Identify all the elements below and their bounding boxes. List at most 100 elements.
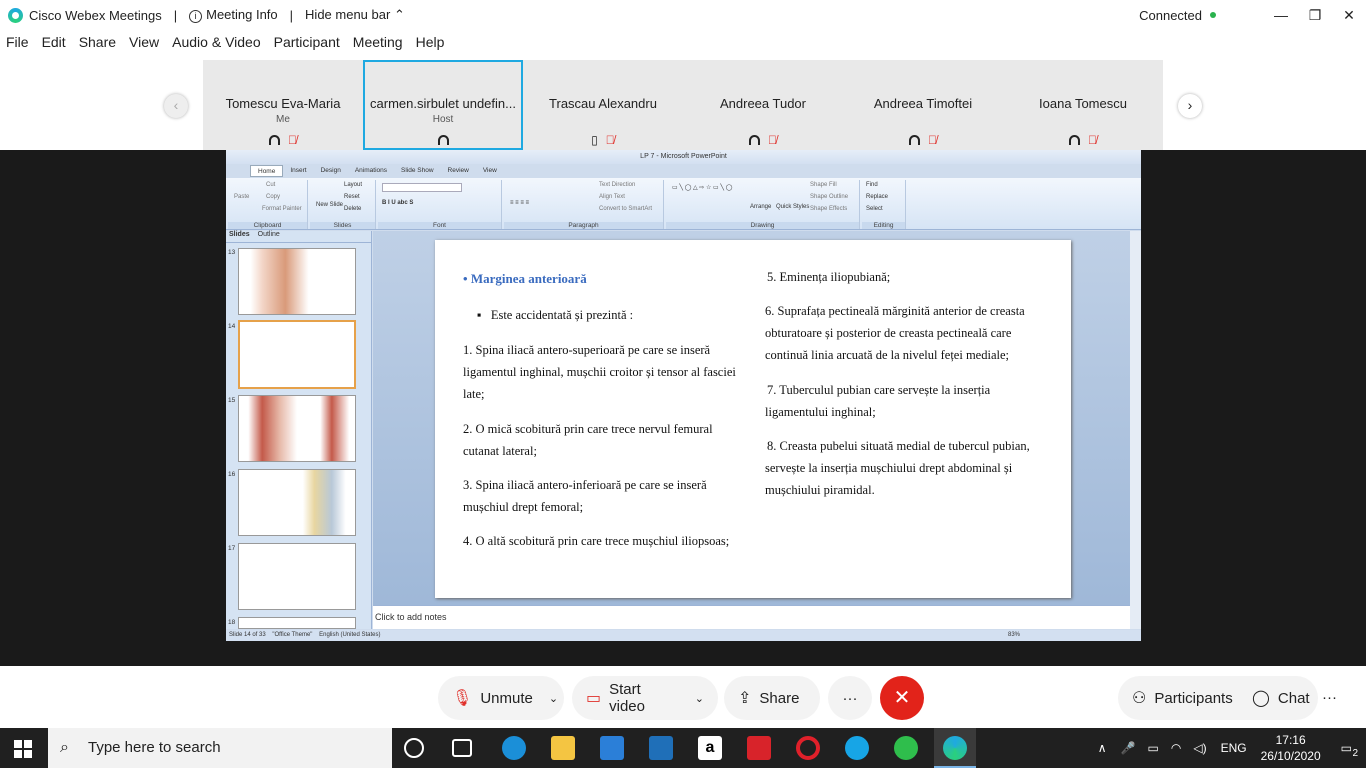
copy-button[interactable]: Copy [266,194,280,200]
windows-start-icon[interactable] [14,740,32,758]
new-slide-button[interactable]: New Slide [316,202,343,208]
meeting-info-button[interactable]: i Meeting Info [189,7,278,23]
maximize-button[interactable]: ❐ [1298,7,1332,24]
zoom-level[interactable]: 83% [1008,630,1020,641]
quick-styles-button[interactable]: Quick Styles [776,204,809,210]
chat-button[interactable]: ◯ Chat [1238,676,1318,720]
vertical-scrollbar[interactable] [1130,231,1141,629]
start-video-button[interactable]: ▭ Start video ⌄ [572,676,718,720]
participant-tile[interactable]: Ioana Tomescu 🎙̸ [1003,60,1163,150]
find-button[interactable]: Find [866,182,878,188]
tab-slides[interactable]: Slides [229,231,250,242]
slides-panel: Slides Outline 13 14 15 16 17 18 [226,231,372,629]
tab-view[interactable]: View [476,165,504,177]
align-text-button[interactable]: Align Text [599,194,625,200]
tab-home[interactable]: Home [250,165,284,177]
language-indicator[interactable]: ENG [1221,741,1247,755]
tray-chevron-icon[interactable]: ∧ [1098,741,1107,755]
menu-participant[interactable]: Participant [274,34,340,56]
participants-button[interactable]: ⚇ Participants [1118,676,1240,720]
replace-button[interactable]: Replace [866,194,888,200]
amazon-icon[interactable]: a [698,736,722,760]
menu-file[interactable]: File [6,34,29,56]
menu-audio-video[interactable]: Audio & Video [172,34,260,56]
chevron-down-icon[interactable]: ⌄ [549,692,558,705]
slide-thumbnail[interactable] [238,617,356,629]
tab-design[interactable]: Design [314,165,348,177]
menu-help[interactable]: Help [416,34,445,56]
shape-outline-button[interactable]: Shape Outline [810,194,848,200]
tab-slide-show[interactable]: Slide Show [394,165,441,177]
participant-tile[interactable]: Andreea Tudor 🎙̸ [683,60,843,150]
participant-tile[interactable]: Trascau Alexandru ▯ 🎙̸ [523,60,683,150]
connected-dot-icon [1210,12,1216,18]
share-button[interactable]: ⇪ Share [724,676,820,720]
headset-icon [269,135,280,145]
format-painter-button[interactable]: Format Painter [262,206,302,212]
slide-thumbnail-selected[interactable] [238,320,356,389]
menu-view[interactable]: View [129,34,159,56]
arrange-button[interactable]: Arrange [750,204,771,210]
more-options-button[interactable]: ··· [828,676,872,720]
menu-edit[interactable]: Edit [42,34,66,56]
text-direction-button[interactable]: Text Direction [599,182,635,188]
bold-button[interactable]: B I U abc S [382,200,413,206]
microphone-icon[interactable]: 🎤 [1121,741,1136,755]
hide-menu-bar-button[interactable]: Hide menu bar ⌃ [305,7,405,23]
paste-button[interactable]: Paste [234,194,249,200]
cortana-icon[interactable] [404,738,424,758]
volume-icon[interactable]: ◁) [1193,741,1206,755]
scroll-right-button[interactable]: › [1178,94,1202,118]
shapes-gallery[interactable]: ▭ ╲ ◯ △ ⇨ ☆ ▭ ╲ ◯ [672,184,732,191]
chevron-down-icon[interactable]: ⌄ [695,692,704,705]
system-tray: ∧ 🎤 ▭ ◠ ◁) ENG 17:16 26/10/2020 ▭ 2 [1098,728,1366,768]
layout-button[interactable]: Layout [344,182,362,188]
clock[interactable]: 17:16 26/10/2020 [1261,732,1321,764]
mail-icon[interactable] [649,736,673,760]
tab-review[interactable]: Review [441,165,476,177]
menu-share[interactable]: Share [79,34,116,56]
store-icon[interactable] [600,736,624,760]
participant-tile[interactable]: Tomescu Eva-Maria Me 🎙̸ [203,60,363,150]
minimize-button[interactable]: — [1264,7,1298,23]
shape-effects-button[interactable]: Shape Effects [810,206,847,212]
skype-icon[interactable] [845,736,869,760]
align-icons[interactable]: ≡ ≡ ≡ ≡ [510,200,529,206]
group-label: Editing [862,222,905,229]
notifications-button[interactable]: ▭ 2 [1341,741,1358,759]
cut-button[interactable]: Cut [266,182,275,188]
participant-tile[interactable]: Andreea Timoftei 🎙̸ [843,60,1003,150]
battery-icon[interactable]: ▭ [1148,741,1159,755]
wifi-icon[interactable]: ◠ [1171,741,1181,755]
office-button[interactable] [226,165,250,177]
file-explorer-icon[interactable] [551,736,575,760]
edge-icon[interactable] [502,736,526,760]
participant-tile-active[interactable]: carmen.sirbulet undefin... Host [363,60,523,150]
shape-fill-button[interactable]: Shape Fill [810,182,837,188]
select-button[interactable]: Select [866,206,883,212]
taskbar-search[interactable]: ⌕ Type here to search [48,728,392,768]
unmute-button[interactable]: 🎙 Unmute ⌄ [438,676,564,720]
tab-outline[interactable]: Outline [258,231,280,242]
whatsapp-icon[interactable] [894,736,918,760]
slide-thumbnail[interactable] [238,543,356,610]
slide-thumbnail[interactable] [238,248,356,315]
webex-taskbar-item-active[interactable] [934,728,976,768]
task-view-icon[interactable] [452,739,472,757]
evernote-icon[interactable] [747,736,771,760]
more-panels-button[interactable]: ··· [1322,676,1337,720]
menu-meeting[interactable]: Meeting [353,34,403,56]
convert-smartart-button[interactable]: Convert to SmartArt [599,206,652,212]
opera-icon[interactable] [796,736,820,760]
leave-meeting-button[interactable]: ✕ [880,676,924,720]
slide-thumbnail[interactable] [238,469,356,536]
notes-pane[interactable]: Click to add notes [373,605,1130,629]
scroll-left-button[interactable]: ‹ [164,94,188,118]
reset-button[interactable]: Reset [344,194,360,200]
close-button[interactable]: ✕ [1332,7,1366,24]
delete-button[interactable]: Delete [344,206,361,212]
slide-thumbnail[interactable] [238,395,356,462]
tab-animations[interactable]: Animations [348,165,394,177]
font-name-field[interactable] [382,183,462,192]
tab-insert[interactable]: Insert [283,165,313,177]
